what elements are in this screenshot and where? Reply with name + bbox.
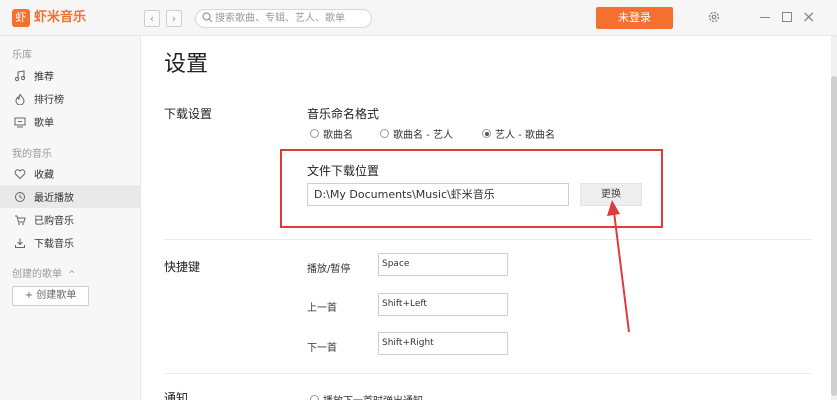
scrollbar[interactable] bbox=[831, 36, 837, 400]
scrollbar-thumb[interactable] bbox=[831, 76, 837, 396]
annotation-arrow-icon bbox=[607, 200, 630, 333]
